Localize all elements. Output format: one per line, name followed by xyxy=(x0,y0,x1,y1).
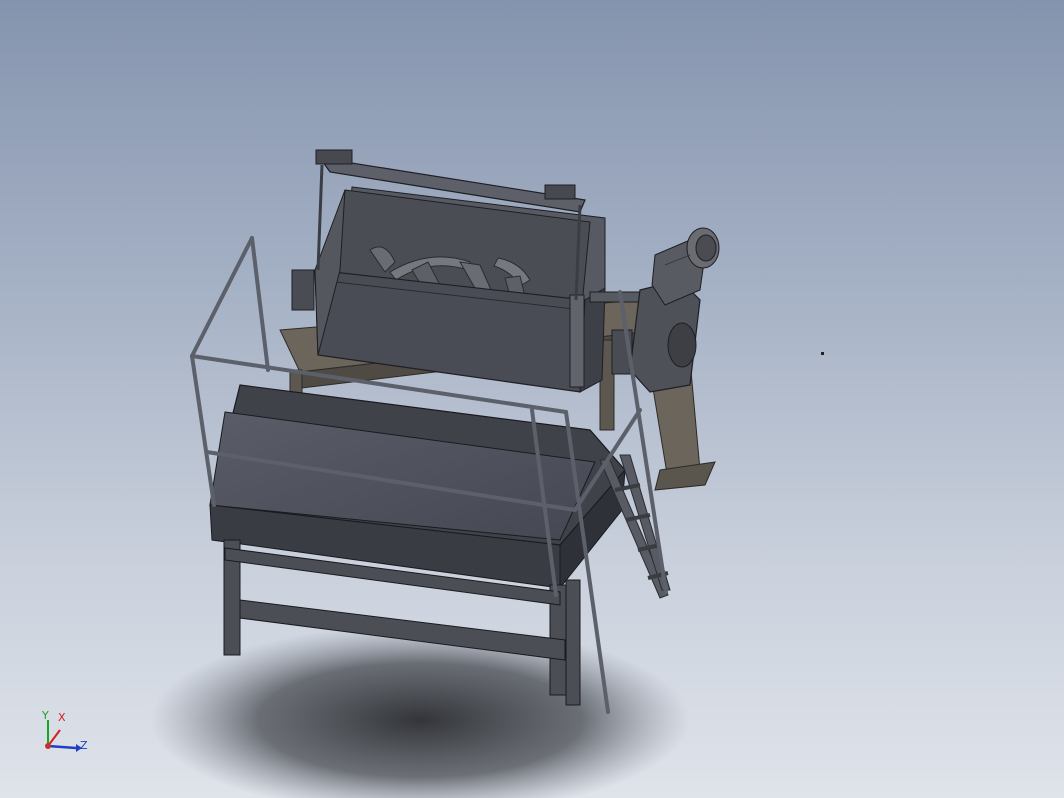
z-axis-label: Z xyxy=(80,739,88,752)
y-axis-label: Y xyxy=(42,709,49,722)
model-scene[interactable] xyxy=(0,0,1064,798)
graphics-viewport[interactable]: Y X Z xyxy=(0,0,1064,798)
mixing-tank[interactable] xyxy=(314,186,606,393)
z-axis-line xyxy=(47,744,77,750)
x-axis-label: X xyxy=(58,711,66,724)
triad-origin xyxy=(45,743,51,749)
sketch-point xyxy=(821,352,824,355)
x-axis-line xyxy=(47,729,61,747)
gear-motor[interactable] xyxy=(629,227,720,393)
